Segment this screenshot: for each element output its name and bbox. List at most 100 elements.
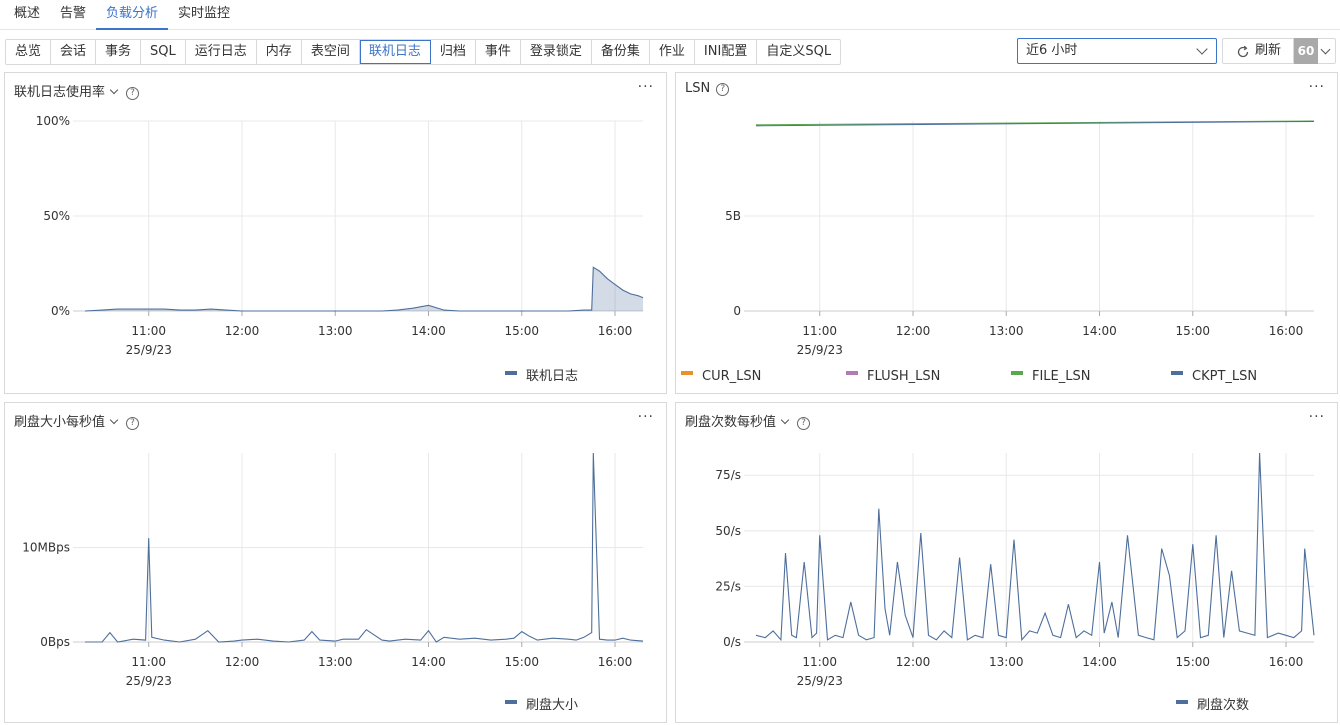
refresh-interval-badge[interactable]: 60 [1294,38,1318,64]
refresh-button[interactable]: 刷新 [1222,38,1294,64]
more-options-icon[interactable]: ··· [638,409,654,425]
x-tick-label: 13:00 [989,324,1024,338]
time-range-select[interactable]: 近6 小时 [1017,38,1217,64]
subtab-memory[interactable]: 内存 [257,40,302,64]
x-tick-label: 11:00 [131,655,166,669]
y-tick-label: 50% [43,209,70,223]
x-tick-label: 11:00 [802,324,837,338]
subtab-job[interactable]: 作业 [650,40,695,64]
legend-swatch [1011,371,1023,375]
panel-flush-size: 0Bps 10MBps 11:00 25/9/23 12:00 13:00 14:00 15:… [4,402,667,723]
top-tab-bar: 概述 告警 负载分析 实时监控 [0,0,1340,30]
legend-label: CUR_LSN [702,369,761,384]
legend-label: 联机日志 [526,369,578,384]
more-options-icon[interactable]: ··· [1309,409,1325,425]
x-tick-label: 12:00 [896,655,931,669]
legend-swatch [505,371,517,375]
tab-realtime-monitor[interactable]: 实时监控 [178,0,230,30]
x-tick-label: 12:00 [225,324,260,338]
chevron-down-icon [109,415,119,425]
panel-title[interactable]: 刷盘次数每秒值? [685,411,811,431]
series-line-CKPT_LSN [755,120,1315,127]
legend-label: CKPT_LSN [1192,369,1257,384]
legend-swatch [846,371,858,375]
subtab-backup-set[interactable]: 备份集 [592,40,650,64]
legend-swatch [1176,700,1188,704]
help-icon[interactable]: ? [797,417,811,430]
y-tick-label: 25/s [715,579,741,593]
x-tick-label: 16:00 [598,324,633,338]
x-tick-label: 14:00 [1082,324,1117,338]
legend-swatch [1171,371,1183,375]
y-tick-label: 0Bps [40,635,70,649]
subtab-event[interactable]: 事件 [476,40,521,64]
y-tick-label: 75/s [715,468,741,482]
subtab-login-lock[interactable]: 登录锁定 [521,40,592,64]
help-icon[interactable]: ? [126,87,140,100]
subtab-run-log[interactable]: 运行日志 [186,40,257,64]
panel-online-log-usage: 0% 50% 100% 11:00 25/9/23 12:00 13:00 14:00 15:0… [4,72,667,394]
y-tick-label: 10MBps [22,541,70,555]
x-tick-label: 16:00 [598,655,633,669]
x-date-label: 25/9/23 [126,674,172,688]
legend-swatch [505,700,517,704]
subtab-custom-sql[interactable]: 自定义SQL [757,40,840,64]
panel-flush-count: 0/s 25/s 50/s 75/s 11:00 25/9/23 12:00 13:00 14:… [675,402,1338,723]
flush-count-chart: 0/s 25/s 50/s 75/s 11:00 25/9/23 12:00 13:00 14:… [715,452,1315,713]
subtab-session[interactable]: 会话 [51,40,97,64]
legend-label: 刷盘大小 [526,697,578,713]
x-tick-label: 11:00 [802,655,837,669]
time-range-value: 近6 小时 [1026,43,1078,58]
series-line-刷盘次数 [755,452,1315,642]
panel-title[interactable]: 联机日志使用率? [14,81,140,101]
x-tick-label: 12:00 [225,655,260,669]
online-log-chart: 0% 50% 100% 11:00 25/9/23 12:00 13:00 14:00 15:0… [36,114,644,384]
x-tick-label: 15:00 [504,324,539,338]
chevron-down-icon [1320,44,1331,55]
y-tick-label: 0 [733,304,741,318]
flush-size-chart: 0Bps 10MBps 11:00 25/9/23 12:00 13:00 14:00 15:… [22,452,644,713]
panel-title-text: 刷盘次数每秒值 [685,415,777,430]
x-tick-label: 15:00 [504,655,539,669]
subtab-sql[interactable]: SQL [141,40,186,64]
x-tick-label: 14:00 [411,655,446,669]
subtab-transaction[interactable]: 事务 [96,40,142,64]
subtab-online-log[interactable]: 联机日志 [359,40,431,64]
y-tick-label: 5B [725,209,741,223]
more-options-icon[interactable]: ··· [638,79,654,95]
panel-title-text: 刷盘大小每秒值 [14,415,106,430]
x-tick-label: 14:00 [1082,655,1117,669]
panel-title-text: 联机日志使用率 [14,85,106,100]
subtab-overview[interactable]: 总览 [6,40,52,64]
x-tick-label: 11:00 [131,324,166,338]
tab-alerts[interactable]: 告警 [60,0,86,30]
subtab-ini-config[interactable]: INI配置 [695,40,758,64]
refresh-interval-dropdown[interactable] [1318,38,1336,64]
x-tick-label: 14:00 [411,324,446,338]
legend-label: FLUSH_LSN [867,369,940,384]
tab-overview[interactable]: 概述 [14,0,40,30]
help-icon[interactable]: ? [716,83,730,96]
help-icon[interactable]: ? [126,417,140,430]
sub-tab-bar: 总览 会话 事务 SQL 运行日志 内存 表空间 联机日志 归档 事件 登录锁定… [5,39,842,65]
x-date-label: 25/9/23 [797,343,843,357]
panel-title[interactable]: 刷盘大小每秒值? [14,411,140,431]
legend-label: 刷盘次数 [1197,697,1249,713]
x-tick-label: 13:00 [318,655,353,669]
more-options-icon[interactable]: ··· [1309,79,1325,95]
x-tick-label: 15:00 [1175,324,1210,338]
x-tick-label: 13:00 [989,655,1024,669]
legend-swatch [681,371,693,375]
subtab-archive[interactable]: 归档 [431,40,476,64]
panel-lsn: 0 5B 11:00 25/9/23 12:00 13:00 14:00 15:00 16:00… [675,72,1338,394]
panel-title-text: LSN [685,81,711,96]
series-line-联机日志 [84,266,644,312]
subtab-tablespace[interactable]: 表空间 [302,40,360,64]
series-area-联机日志 [85,267,643,311]
x-tick-label: 16:00 [1269,655,1304,669]
y-tick-label: 0/s [723,635,741,649]
chevron-down-icon [1196,43,1208,55]
x-date-label: 25/9/23 [797,674,843,688]
tab-load-analysis[interactable]: 负载分析 [96,0,169,30]
x-tick-label: 15:00 [1175,655,1210,669]
